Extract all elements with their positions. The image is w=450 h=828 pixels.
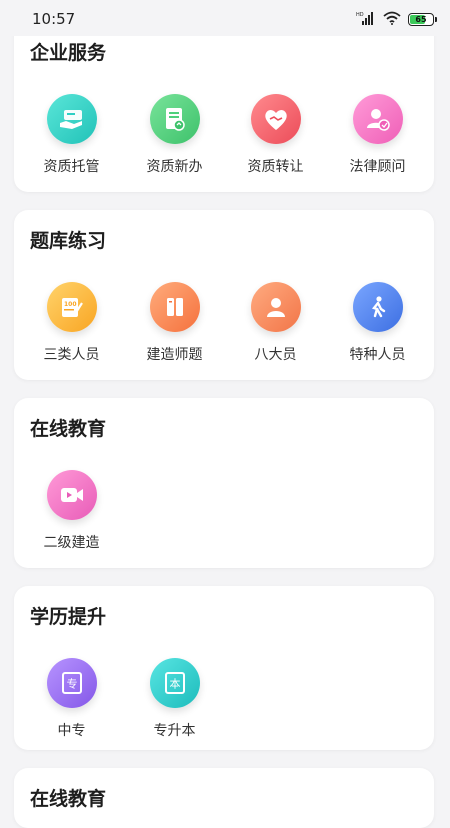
person-icon <box>250 282 301 332</box>
course-second-constructor[interactable]: 二级建造 <box>19 470 124 552</box>
signal-icon: HD <box>356 10 376 29</box>
svg-text:专: 专 <box>66 677 77 691</box>
svg-text:HD: HD <box>356 12 364 18</box>
item-label: 八大员 <box>254 347 297 363</box>
degree-college-to-bachelor[interactable]: 本 专升本 <box>122 658 227 740</box>
section-title: 在线教育 <box>30 788 107 810</box>
svg-text:本: 本 <box>169 677 180 691</box>
item-label: 法律顾问 <box>349 159 406 175</box>
section-title: 企业服务 <box>30 42 107 64</box>
section-online-education: 在线教育 二级建造 <box>14 398 434 568</box>
walking-person-icon <box>352 282 403 332</box>
section-online-education-2: 在线教育 <box>14 768 434 828</box>
section-title: 题库练习 <box>30 230 107 252</box>
item-label: 二级建造 <box>43 535 100 551</box>
degree-technical-secondary[interactable]: 专 中专 <box>19 658 124 740</box>
section-enterprise-services: 企业服务 资质托管 资质新办 资质转让 法律顾问 <box>14 22 434 192</box>
status-bar: 10:57 HD 65 <box>0 0 450 36</box>
quiz-eight-staff[interactable]: 八大员 <box>223 282 328 364</box>
wifi-icon <box>383 10 401 29</box>
item-label: 三类人员 <box>43 347 100 363</box>
quiz-three-categories[interactable]: 100 三类人员 <box>19 282 124 364</box>
hand-card-icon <box>46 94 97 144</box>
item-label: 资质新办 <box>146 159 203 175</box>
section-title: 在线教育 <box>30 418 107 440</box>
status-time: 10:57 <box>32 10 76 28</box>
service-qualification-transfer[interactable]: 资质转让 <box>223 94 328 176</box>
quiz-special-personnel[interactable]: 特种人员 <box>325 282 430 364</box>
book-zhuan-icon: 专 <box>46 658 97 708</box>
item-label: 中专 <box>57 723 86 739</box>
handshake-heart-icon <box>250 94 301 144</box>
section-title: 学历提升 <box>30 606 107 628</box>
status-icons: HD 65 <box>356 10 437 29</box>
section-question-bank: 题库练习 100 三类人员 建造师题 八大员 特种人员 <box>14 210 434 380</box>
books-icon <box>149 282 200 332</box>
service-qualification-new[interactable]: 资质新办 <box>122 94 227 176</box>
exam-paper-icon: 100 <box>46 282 97 332</box>
svg-text:100: 100 <box>64 301 77 308</box>
service-legal-advisor[interactable]: 法律顾问 <box>325 94 430 176</box>
battery-icon: 65 <box>408 13 437 26</box>
quiz-constructor[interactable]: 建造师题 <box>122 282 227 364</box>
book-ben-icon: 本 <box>149 658 200 708</box>
section-education-upgrade: 学历提升 专 中专 本 专升本 <box>14 586 434 750</box>
item-label: 专升本 <box>153 723 196 739</box>
document-icon <box>149 94 200 144</box>
battery-level: 65 <box>415 15 427 24</box>
item-label: 资质转让 <box>247 159 304 175</box>
person-badge-icon <box>352 94 403 144</box>
service-qualification-hosting[interactable]: 资质托管 <box>19 94 124 176</box>
item-label: 资质托管 <box>43 159 100 175</box>
item-label: 特种人员 <box>349 347 406 363</box>
video-camera-icon <box>46 470 97 520</box>
item-label: 建造师题 <box>146 347 203 363</box>
